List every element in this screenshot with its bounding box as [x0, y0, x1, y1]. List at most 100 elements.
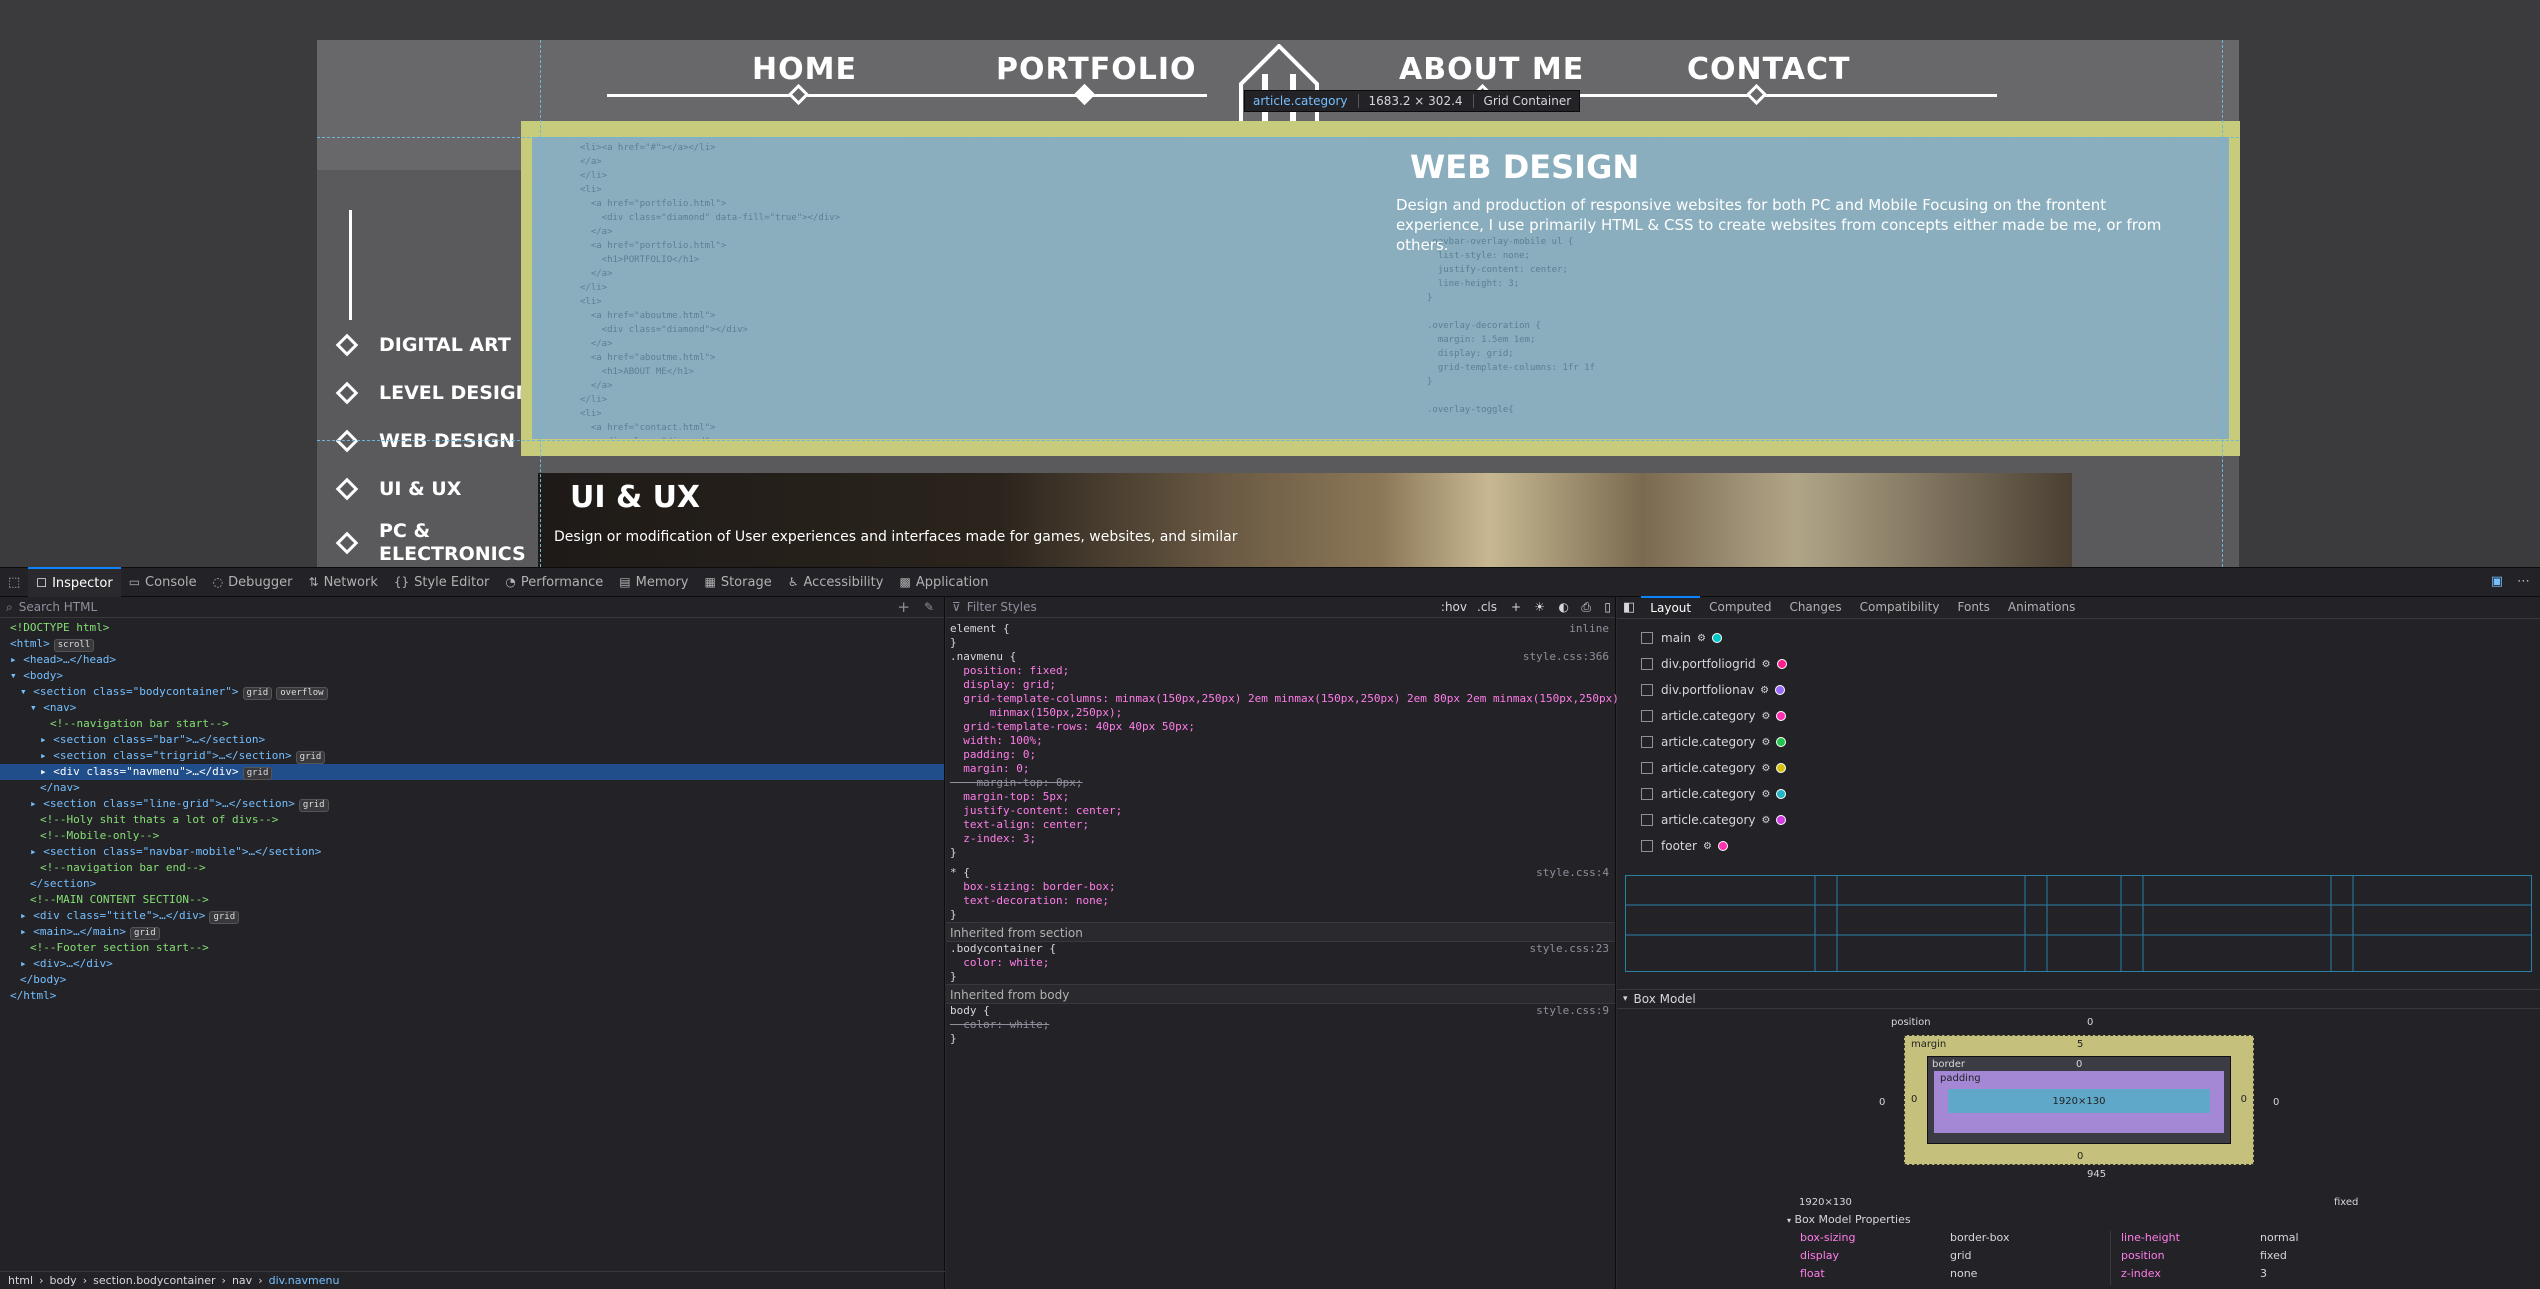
grid-overlay-item[interactable]: div.portfolionav ⚙ [1617, 677, 2540, 703]
rule-navmenu[interactable]: } [950, 636, 1615, 650]
grid-checkbox[interactable] [1641, 684, 1653, 696]
breadcrumb-item[interactable]: html [8, 1274, 33, 1287]
rule-navmenu[interactable]: margin-top: 0px; [950, 776, 1615, 790]
markup-node[interactable]: <!DOCTYPE html> [0, 620, 944, 636]
rule-body[interactable]: body {style.css:9 [950, 1004, 1615, 1018]
add-rule-icon[interactable]: + [1511, 600, 1521, 614]
node-badge[interactable]: grid [298, 799, 329, 812]
target-icon[interactable]: ⚙ [1760, 685, 1769, 696]
grid-checkbox[interactable] [1641, 632, 1653, 644]
sidebar-item-level-design[interactable]: LEVEL DESIGN [335, 378, 532, 408]
grid-overlay-item[interactable]: article.category ⚙ [1617, 807, 2540, 833]
rule-navmenu[interactable]: z-index: 3; [950, 832, 1615, 846]
rule-navmenu[interactable]: padding: 0; [950, 748, 1615, 762]
node-badge[interactable]: grid [295, 751, 326, 764]
grid-overlay-item[interactable]: div.portfoliogrid ⚙ [1617, 651, 2540, 677]
rule-navmenu[interactable]: .navmenu {style.css:366 [950, 650, 1615, 664]
grid-overlay-item[interactable]: main ⚙ [1617, 625, 2540, 651]
tab-storage[interactable]: ▦ Storage [696, 567, 779, 597]
tab-performance[interactable]: ◔ Performance [497, 567, 611, 597]
grid-checkbox[interactable] [1641, 762, 1653, 774]
box-model-properties-header[interactable]: ▾ Box Model Properties [1787, 1213, 1911, 1226]
markup-node[interactable]: ▸ <section class="navbar-mobile">…</sect… [0, 844, 944, 860]
rule-universal[interactable]: box-sizing: border-box; [950, 880, 1615, 894]
grid-overlay-item[interactable]: article.category ⚙ [1617, 755, 2540, 781]
rule-universal[interactable]: } [950, 908, 1615, 922]
rule-navmenu[interactable]: element {inline [950, 622, 1615, 636]
tab-changes[interactable]: Changes [1780, 597, 1850, 618]
markup-node[interactable]: ▸ <section class="trigrid">…</section> gr… [0, 748, 944, 764]
target-icon[interactable]: ⚙ [1762, 763, 1771, 774]
target-icon[interactable]: ⚙ [1762, 711, 1771, 722]
markup-node[interactable]: ▾ <section class="bodycontainer"> grid ove… [0, 684, 944, 700]
box-model-header[interactable]: ▾ Box Model [1617, 989, 2540, 1009]
rule-navmenu[interactable]: text-align: center; [950, 818, 1615, 832]
markup-node[interactable]: ▸ <div>…</div> [0, 956, 944, 972]
markup-node[interactable]: <!--navigation bar end--> [0, 860, 944, 876]
grid-color-swatch[interactable] [1776, 711, 1787, 721]
rule-bodycontainer[interactable]: color: white; [950, 956, 1615, 970]
rule-body[interactable]: } [950, 1032, 1615, 1046]
tab-layout[interactable]: Layout [1641, 596, 1701, 619]
tab-memory[interactable]: ▤ Memory [611, 567, 696, 597]
grid-checkbox[interactable] [1641, 814, 1653, 826]
rule-navmenu[interactable]: margin-top: 5px; [950, 790, 1615, 804]
markup-node[interactable]: ▸ <section class="line-grid">…</section>… [0, 796, 944, 812]
target-icon[interactable]: ⚙ [1697, 633, 1706, 644]
rule-navmenu[interactable]: } [950, 846, 1615, 860]
rule-navmenu[interactable]: grid-template-columns: minmax(150px,250p… [950, 692, 1645, 706]
tab-debugger[interactable]: ◌ Debugger [205, 567, 301, 597]
node-badge[interactable]: grid [242, 687, 273, 700]
markup-node[interactable]: ▸ <div class="navmenu">…</div> grid [0, 764, 944, 780]
add-node-icon[interactable]: + [897, 598, 910, 616]
node-badge[interactable]: overflow [276, 687, 328, 700]
tab-inspector[interactable]: ☐ Inspector [28, 567, 121, 597]
markup-node[interactable]: </section> [0, 876, 944, 892]
grid-overlay-item[interactable]: article.category ⚙ [1617, 703, 2540, 729]
sidebar-toggle-icon[interactable]: ◧ [1617, 600, 1641, 615]
markup-node[interactable]: <!--Holy shit thats a lot of divs--> [0, 812, 944, 828]
rule-navmenu[interactable]: justify-content: center; [950, 804, 1615, 818]
rule-navmenu[interactable]: display: grid; [950, 678, 1615, 692]
node-badge[interactable]: grid [242, 767, 273, 780]
sidebar-item-web-design[interactable]: WEB DESIGN [335, 426, 515, 456]
markup-node[interactable]: <!--MAIN CONTENT SECTION--> [0, 892, 944, 908]
split-console-icon[interactable]: ▣ [2491, 574, 2503, 589]
cls-button[interactable]: .cls [1477, 600, 1497, 614]
nav-contact[interactable]: CONTACT [1687, 52, 1850, 87]
target-icon[interactable]: ⚙ [1762, 789, 1771, 800]
tab-accessibility[interactable]: ♿ Accessibility [780, 567, 892, 597]
node-badge[interactable]: grid [209, 911, 240, 924]
grid-overlay-item[interactable]: article.category ⚙ [1617, 729, 2540, 755]
grid-checkbox[interactable] [1641, 658, 1653, 670]
grid-overlay-item[interactable]: article.category ⚙ [1617, 781, 2540, 807]
rule-navmenu[interactable]: position: fixed; [950, 664, 1615, 678]
markup-node[interactable]: ▾ <nav> [0, 700, 944, 716]
light-mode-icon[interactable]: ☀ [1534, 600, 1545, 614]
hov-button[interactable]: :hov [1441, 600, 1467, 614]
target-icon[interactable]: ⚙ [1762, 815, 1771, 826]
markup-node[interactable]: </nav> [0, 780, 944, 796]
document-icon[interactable]: ▯ [1604, 600, 1611, 614]
tab-animations[interactable]: Animations [1999, 597, 2084, 618]
tab-style-editor[interactable]: {} Style Editor [386, 567, 498, 597]
markup-node[interactable]: ▸ <main>…</main> grid [0, 924, 944, 940]
grid-color-swatch[interactable] [1775, 685, 1786, 695]
grid-checkbox[interactable] [1641, 840, 1653, 852]
markup-node[interactable]: ▸ <div class="title">…</div> grid [0, 908, 944, 924]
breadcrumb-item-current[interactable]: div.navmenu [269, 1274, 340, 1287]
grid-checkbox[interactable] [1641, 710, 1653, 722]
target-icon[interactable]: ⚙ [1762, 737, 1771, 748]
nav-portfolio[interactable]: PORTFOLIO [996, 52, 1196, 87]
grid-checkbox[interactable] [1641, 788, 1653, 800]
sidebar-item-pc-electronics[interactable]: PC & ELECTRONICS [335, 518, 526, 567]
rule-universal[interactable]: * {style.css:4 [950, 866, 1615, 880]
target-icon[interactable]: ⚙ [1703, 841, 1712, 852]
tab-fonts[interactable]: Fonts [1949, 597, 1999, 618]
breadcrumb-item[interactable]: nav [232, 1274, 252, 1287]
markup-node[interactable]: <!--navigation bar start--> [0, 716, 944, 732]
rule-source-link[interactable]: style.css:366 [1523, 650, 1609, 664]
grid-color-swatch[interactable] [1711, 633, 1722, 643]
breadcrumb-item[interactable]: body [49, 1274, 76, 1287]
rule-source-link[interactable]: style.css:9 [1536, 1004, 1609, 1018]
